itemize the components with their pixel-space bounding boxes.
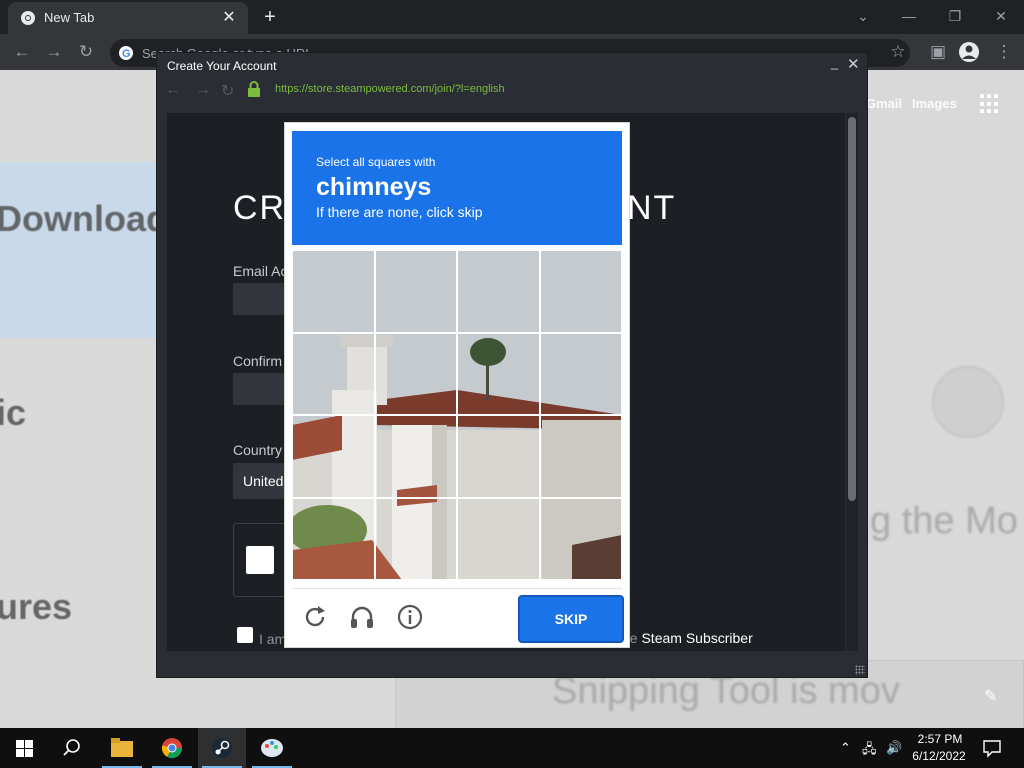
chrome-icon bbox=[161, 738, 183, 759]
popup-close-icon[interactable]: ✕ bbox=[847, 55, 860, 73]
email-field[interactable] bbox=[233, 283, 285, 315]
tab-search-icon[interactable]: ⌄ bbox=[840, 2, 886, 30]
captcha-tile[interactable] bbox=[374, 250, 457, 333]
captcha-tile[interactable] bbox=[539, 250, 622, 333]
google-apps-icon[interactable] bbox=[980, 94, 1000, 114]
popup-scrollbar[interactable] bbox=[846, 113, 858, 651]
captcha-hint: If there are none, click skip bbox=[316, 204, 483, 220]
captcha-tile[interactable] bbox=[374, 497, 457, 580]
captcha-tile[interactable] bbox=[374, 332, 457, 415]
search-icon[interactable] bbox=[62, 738, 82, 758]
ntp-faint-text: g the Mo bbox=[870, 500, 1018, 542]
images-link[interactable]: Images bbox=[912, 96, 957, 111]
country-select[interactable]: United bbox=[233, 463, 285, 499]
captcha-checkbox[interactable] bbox=[246, 546, 274, 574]
clock-icon bbox=[932, 366, 1004, 438]
captcha-tiles bbox=[292, 250, 622, 580]
steam-icon bbox=[212, 738, 232, 758]
captcha-tile[interactable] bbox=[292, 250, 375, 333]
agree-text-end: he Steam Subscriber bbox=[622, 630, 753, 646]
forward-icon[interactable]: → bbox=[44, 42, 64, 62]
paint-palette-icon bbox=[261, 739, 283, 757]
country-label: Country bbox=[233, 442, 283, 458]
email-label: Email Ac bbox=[233, 263, 288, 279]
scrollbar-thumb[interactable] bbox=[848, 117, 856, 501]
captcha-tile[interactable] bbox=[457, 332, 540, 415]
windows-start-icon[interactable] bbox=[16, 740, 33, 757]
customize-pencil-icon[interactable]: ✎ bbox=[984, 686, 997, 706]
volume-icon[interactable]: 🔊 bbox=[886, 740, 902, 756]
captcha-tile[interactable] bbox=[539, 415, 622, 498]
captcha-tile[interactable] bbox=[292, 497, 375, 580]
popup-back-icon[interactable]: ← bbox=[165, 81, 181, 99]
file-explorer-app[interactable] bbox=[98, 728, 146, 768]
ntp-highlight-panel bbox=[0, 162, 160, 338]
gmail-link[interactable]: Gmail bbox=[866, 96, 902, 111]
captcha-prompt: Select all squares with bbox=[316, 155, 436, 169]
agree-text: I am bbox=[259, 631, 287, 647]
captcha-widget bbox=[233, 523, 287, 597]
side-panel-icon[interactable]: ▣ bbox=[928, 42, 948, 62]
folder-icon bbox=[111, 738, 133, 757]
skip-button[interactable]: SKIP bbox=[518, 595, 624, 643]
captcha-tile[interactable] bbox=[457, 497, 540, 580]
google-icon: G bbox=[119, 46, 133, 60]
reload-icon[interactable]: ↻ bbox=[76, 42, 96, 62]
chrome-icon bbox=[21, 11, 35, 25]
captcha-target-word: chimneys bbox=[316, 173, 432, 201]
captcha-tile[interactable] bbox=[292, 415, 375, 498]
notifications-icon[interactable] bbox=[982, 738, 1002, 758]
agree-checkbox[interactable] bbox=[237, 627, 253, 643]
clock-date[interactable]: 6/12/2022 bbox=[906, 749, 972, 763]
popup-title: Create Your Account bbox=[167, 59, 277, 73]
captcha-divider bbox=[292, 588, 622, 589]
restore-icon[interactable]: ❐ bbox=[932, 2, 978, 30]
popup-reload-icon[interactable]: ↻ bbox=[221, 81, 234, 101]
network-icon[interactable]: 🖧 bbox=[862, 740, 877, 762]
popup-minimize-icon[interactable]: _ bbox=[831, 55, 838, 70]
popup-url: https://store.steampowered.com/join/?l=e… bbox=[275, 83, 505, 95]
headphones-icon[interactable] bbox=[348, 603, 376, 631]
refresh-icon[interactable] bbox=[301, 603, 329, 631]
chrome-app[interactable] bbox=[148, 728, 196, 768]
confirm-email-field[interactable] bbox=[233, 373, 285, 405]
menu-kebab-icon[interactable]: ⋮ bbox=[994, 42, 1014, 62]
new-tab-button[interactable]: + bbox=[258, 4, 282, 30]
svg-text:G: G bbox=[122, 48, 131, 60]
popup-forward-icon[interactable]: → bbox=[195, 81, 211, 99]
close-window-icon[interactable]: ✕ bbox=[978, 2, 1024, 30]
captcha-header: Select all squares with chimneys If ther… bbox=[292, 131, 622, 245]
captcha-tile[interactable] bbox=[374, 415, 457, 498]
profile-avatar-icon[interactable] bbox=[958, 41, 980, 63]
back-icon[interactable]: ← bbox=[12, 42, 32, 62]
clock-time[interactable]: 2:57 PM bbox=[910, 732, 970, 746]
tray-overflow-icon[interactable]: ⌃ bbox=[840, 740, 851, 756]
taskbar: ⌃ 🖧 🔊 2:57 PM 6/12/2022 bbox=[0, 728, 1024, 768]
captcha-tile[interactable] bbox=[292, 332, 375, 415]
lock-icon bbox=[248, 81, 260, 97]
confirm-email-label: Confirm bbox=[233, 353, 283, 369]
bookmark-star-icon[interactable]: ☆ bbox=[888, 42, 908, 62]
captcha-challenge: Select all squares with chimneys If ther… bbox=[284, 122, 630, 648]
tab-title: New Tab bbox=[44, 10, 95, 25]
resize-grip[interactable] bbox=[855, 665, 865, 675]
captcha-tile[interactable] bbox=[539, 332, 622, 415]
captcha-tile[interactable] bbox=[539, 497, 622, 580]
tab-new-tab[interactable]: New Tab ✕ bbox=[8, 2, 248, 34]
captcha-tile[interactable] bbox=[457, 415, 540, 498]
ntp-shortcut-label[interactable]: ures bbox=[0, 586, 72, 628]
info-icon[interactable] bbox=[396, 603, 424, 631]
steam-app[interactable] bbox=[198, 728, 246, 768]
captcha-image-grid bbox=[292, 250, 622, 580]
minimize-icon[interactable]: — bbox=[886, 2, 932, 30]
browser-tabstrip: New Tab ✕ + ⌄ — ❐ ✕ bbox=[0, 0, 1024, 34]
paint-app[interactable] bbox=[248, 728, 296, 768]
captcha-tile[interactable] bbox=[457, 250, 540, 333]
tab-close-icon[interactable]: ✕ bbox=[218, 7, 240, 29]
page-title-tail: NT bbox=[627, 189, 677, 227]
subscriber-agreement-link[interactable]: Steam Subscriber bbox=[641, 630, 752, 646]
ntp-shortcut-label[interactable]: ic bbox=[0, 392, 26, 434]
